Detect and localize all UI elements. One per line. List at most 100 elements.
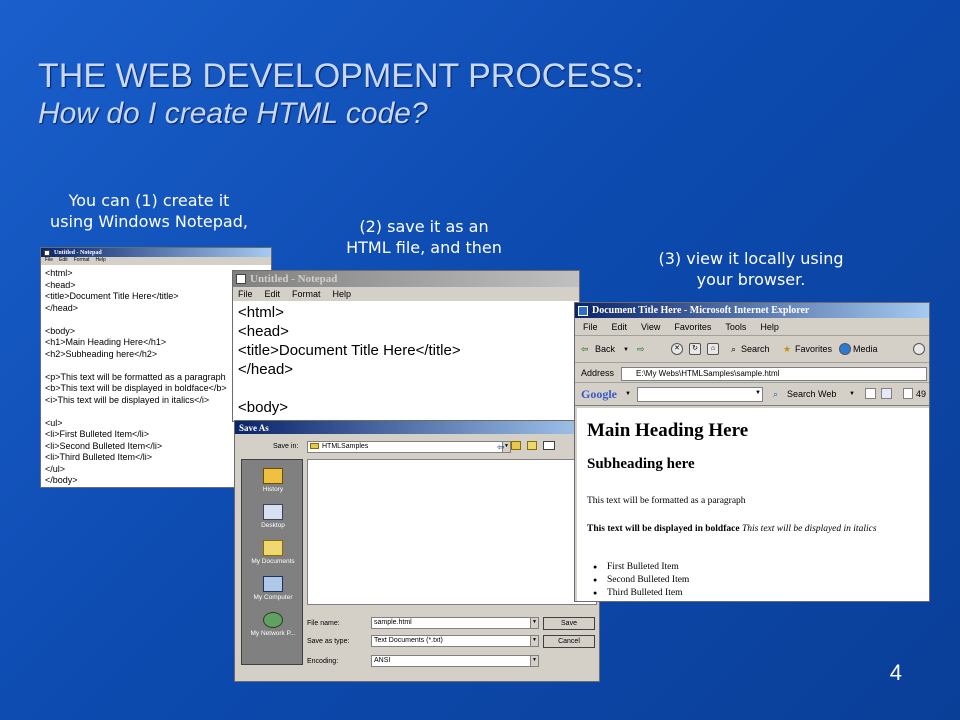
- code-line: <head>: [238, 323, 289, 340]
- page-paragraph: This text will be formatted as a paragra…: [587, 496, 746, 506]
- browser-title: Document Title Here - Microsoft Internet…: [592, 305, 810, 316]
- menu-help[interactable]: Help: [760, 322, 779, 335]
- chevron-down-icon[interactable]: ▼: [849, 391, 855, 397]
- slide-subtitle: How do I create HTML code?: [38, 97, 428, 130]
- browser-toolbar: ⇦ Back ▼ ⇨ ✕ ↻ ⌂ ⌕ Search ★ Favorites Me…: [575, 337, 929, 363]
- encoding-value: ANSI: [374, 657, 391, 664]
- back-arrow-icon[interactable]: ⇦: [497, 442, 505, 453]
- slide-title: THE WEB DEVELOPMENT PROCESS:: [38, 57, 644, 95]
- place-label: My Network P...: [250, 630, 296, 637]
- my-computer-icon: [263, 576, 283, 592]
- ie-logo-icon: [578, 305, 588, 316]
- caption-line: (3) view it locally using: [658, 249, 844, 268]
- menu-format[interactable]: Format: [74, 257, 90, 265]
- save-as-titlebar[interactable]: Save As: [235, 421, 599, 434]
- page-list-item: Second Bulleted Item: [593, 575, 689, 585]
- caption-step-2: (2) save it as an HTML file, and then: [312, 216, 536, 258]
- cancel-button[interactable]: Cancel: [543, 635, 595, 648]
- code-line: <html>: [238, 304, 284, 321]
- address-input[interactable]: E:\My Webs\HTMLSamples\sample.html: [621, 367, 927, 381]
- caption-step-3: (3) view it locally using your browser.: [630, 248, 872, 290]
- my-documents-icon: [263, 540, 283, 556]
- media-icon[interactable]: [839, 343, 851, 355]
- page-heading-2: Subheading here: [587, 456, 695, 472]
- notepad-titlebar[interactable]: Untitled - Notepad: [41, 248, 271, 257]
- browser-menubar: File Edit View Favorites Tools Help: [575, 318, 929, 336]
- save-type-select[interactable]: Text Documents (*.txt) ▼: [371, 635, 539, 647]
- history-icon[interactable]: [913, 343, 925, 355]
- place-label: History: [262, 486, 284, 493]
- menu-edit[interactable]: Edit: [612, 322, 628, 335]
- refresh-icon[interactable]: ↻: [689, 343, 701, 355]
- code-line: <body>: [238, 399, 289, 416]
- save-button[interactable]: Save: [543, 617, 595, 630]
- save-in-label: Save in:: [273, 443, 299, 450]
- menu-tools[interactable]: Tools: [725, 322, 746, 335]
- address-bar: Address E:\My Webs\HTMLSamples\sample.ht…: [575, 364, 929, 383]
- menu-file[interactable]: File: [45, 257, 53, 265]
- menu-edit[interactable]: Edit: [265, 289, 281, 301]
- page-formatted-line: This text will be displayed in boldface …: [587, 524, 877, 534]
- views-menu-icon[interactable]: [543, 441, 555, 450]
- chevron-down-icon[interactable]: ▼: [625, 391, 631, 397]
- google-search-input[interactable]: [637, 387, 763, 402]
- page-bold-text: This text will be displayed in boldface: [587, 524, 740, 534]
- browser-titlebar[interactable]: Document Title Here - Microsoft Internet…: [575, 303, 929, 318]
- save-type-value: Text Documents (*.txt): [374, 637, 443, 644]
- chevron-down-icon[interactable]: ▼: [755, 390, 761, 396]
- chevron-down-icon[interactable]: ▼: [530, 656, 538, 666]
- file-list[interactable]: [307, 459, 597, 605]
- up-folder-icon[interactable]: [511, 441, 521, 450]
- search-icon[interactable]: ⌕: [731, 344, 736, 355]
- save-type-label: Save as type:: [307, 638, 350, 645]
- google-logo[interactable]: Google: [581, 387, 617, 402]
- menu-view[interactable]: View: [641, 322, 660, 335]
- encoding-select[interactable]: ANSI ▼: [371, 655, 539, 667]
- forward-arrow-icon[interactable]: ⇨: [637, 344, 645, 355]
- menu-favorites[interactable]: Favorites: [674, 322, 711, 335]
- search-web-button[interactable]: Search Web: [787, 389, 836, 399]
- caption-line: using Windows Notepad,: [50, 212, 248, 231]
- save-in-select[interactable]: HTMLSamples ▼: [307, 441, 511, 453]
- stop-icon[interactable]: ✕: [671, 343, 683, 355]
- place-my-computer[interactable]: My Computer: [242, 576, 304, 601]
- place-my-network[interactable]: My Network P...: [242, 612, 304, 637]
- media-button[interactable]: Media: [853, 344, 878, 354]
- menu-file[interactable]: File: [583, 322, 598, 335]
- menu-help[interactable]: Help: [96, 257, 106, 265]
- page-number: 4: [889, 660, 902, 685]
- menu-format[interactable]: Format: [292, 289, 321, 301]
- network-globe-icon: [263, 612, 283, 628]
- new-folder-icon[interactable]: [527, 441, 537, 450]
- search-button[interactable]: Search: [741, 344, 770, 354]
- pagerank-icon[interactable]: [865, 388, 876, 399]
- notepad-titlebar[interactable]: Untitled - Notepad: [233, 271, 579, 287]
- chevron-down-icon[interactable]: ▼: [530, 618, 538, 628]
- place-desktop[interactable]: Desktop: [242, 504, 304, 529]
- info-icon[interactable]: [881, 388, 892, 399]
- folder-icon: [310, 443, 319, 450]
- chevron-down-icon[interactable]: ▼: [530, 636, 538, 646]
- code-line: </head>: [238, 361, 294, 378]
- back-arrow-icon[interactable]: ⇦: [581, 344, 589, 355]
- file-name-input[interactable]: sample.html ▼: [371, 617, 539, 629]
- menu-edit[interactable]: Edit: [59, 257, 68, 265]
- place-my-documents[interactable]: My Documents: [242, 540, 304, 565]
- page-list-item: Third Bulleted Item: [593, 588, 683, 598]
- menu-file[interactable]: File: [238, 289, 253, 301]
- notepad-title: Untitled - Notepad: [54, 249, 102, 256]
- notepad-icon: [236, 274, 246, 284]
- menu-help[interactable]: Help: [333, 289, 352, 301]
- file-name-value: sample.html: [374, 619, 412, 626]
- back-dropdown-icon[interactable]: ▼: [623, 347, 629, 353]
- popup-blocker-icon[interactable]: [903, 388, 913, 399]
- back-button[interactable]: Back: [595, 344, 615, 354]
- place-history[interactable]: History: [242, 468, 304, 493]
- notepad-text-area[interactable]: <html> <head> <title>Document Title Here</…: [233, 301, 579, 421]
- favorites-button[interactable]: Favorites: [795, 344, 832, 354]
- caption-line: (2) save it as an: [359, 217, 489, 236]
- notepad-icon: [44, 249, 50, 256]
- home-icon[interactable]: ⌂: [707, 343, 719, 355]
- favorites-star-icon[interactable]: ★: [783, 344, 791, 355]
- search-web-icon[interactable]: ⌕: [773, 389, 778, 400]
